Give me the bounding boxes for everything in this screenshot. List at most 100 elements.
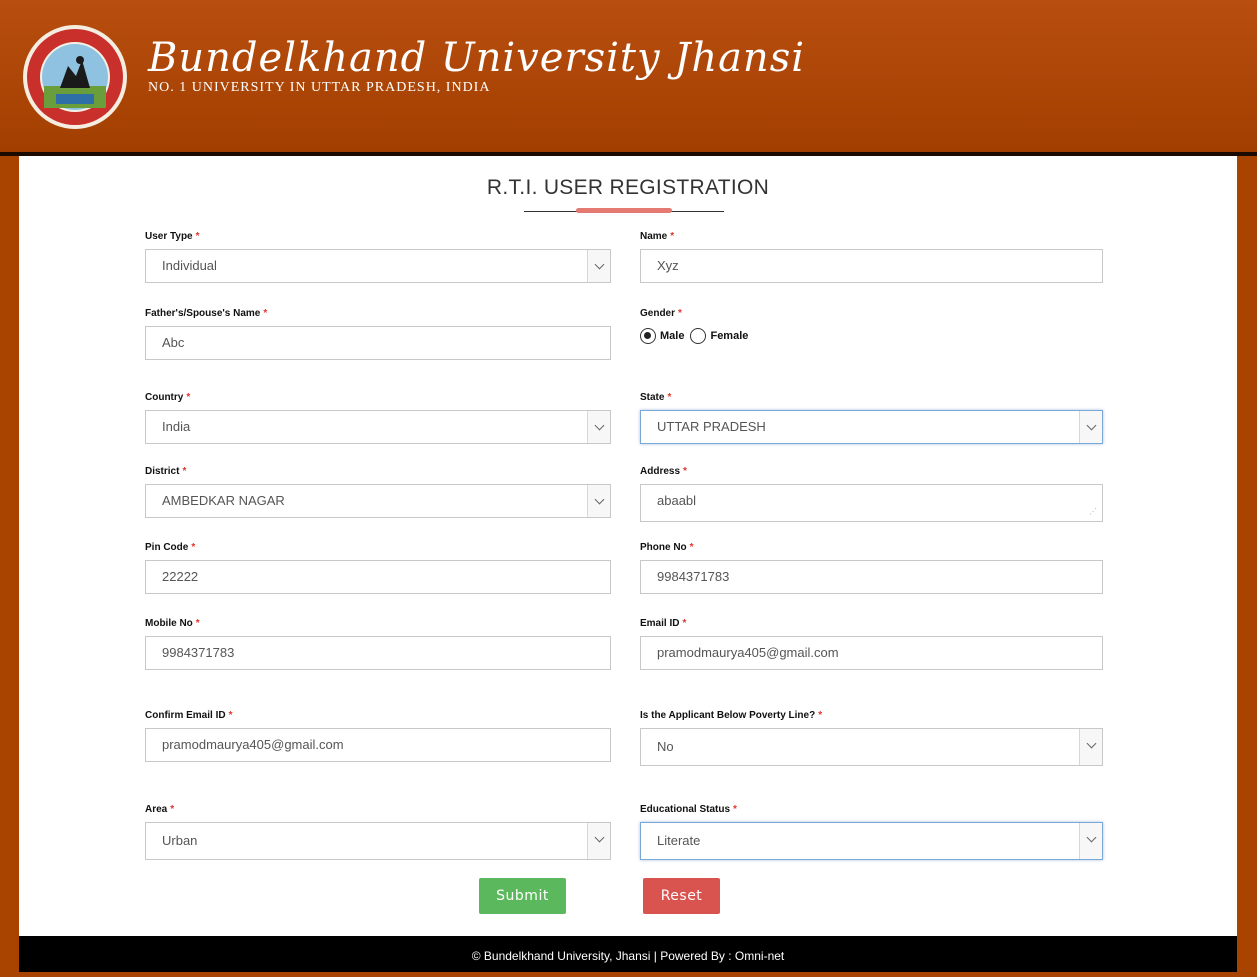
- field-pin-code: Pin Code * 22222: [145, 542, 611, 594]
- confirm-email-value: pramodmaurya405@gmail.com: [162, 737, 344, 752]
- title-accent: [576, 208, 672, 213]
- site-footer: © Bundelkhand University, Jhansi | Power…: [19, 936, 1237, 972]
- submit-button[interactable]: Submit: [479, 878, 566, 914]
- required-mark: *: [670, 231, 675, 242]
- required-mark: *: [683, 466, 687, 477]
- field-father-name: Father's/Spouse's Name * Abc: [145, 308, 611, 360]
- address-value: abaabl: [657, 493, 697, 508]
- mobile-no-label: Mobile No: [145, 618, 193, 629]
- pin-code-input[interactable]: 22222: [145, 560, 611, 594]
- required-mark: *: [191, 542, 196, 553]
- field-phone-no: Phone No * 9984371783: [640, 542, 1103, 594]
- chevron-down-icon[interactable]: [1079, 411, 1102, 443]
- district-select[interactable]: AMBEDKAR NAGAR: [145, 484, 611, 518]
- field-email: Email ID * pramodmaurya405@gmail.com: [640, 618, 1103, 670]
- phone-no-value: 9984371783: [657, 569, 730, 584]
- chevron-down-icon[interactable]: [587, 411, 610, 443]
- address-label: Address: [640, 466, 681, 477]
- field-state: State * UTTAR PRADESH: [640, 392, 1103, 444]
- required-mark: *: [170, 804, 175, 815]
- email-value: pramodmaurya405@gmail.com: [657, 645, 839, 660]
- bpl-select[interactable]: No: [640, 728, 1103, 766]
- registration-panel: R.T.I. USER REGISTRATION User Type * Indi…: [19, 156, 1237, 936]
- resize-grip-icon[interactable]: ⋰: [1089, 508, 1097, 516]
- chevron-down-icon[interactable]: [1079, 729, 1102, 765]
- required-mark: *: [263, 308, 268, 319]
- state-select[interactable]: UTTAR PRADESH: [640, 410, 1103, 444]
- field-gender: Gender * Male Female: [640, 308, 1103, 344]
- area-select[interactable]: Urban: [145, 822, 611, 860]
- required-mark: *: [228, 710, 233, 721]
- reset-button[interactable]: Reset: [643, 878, 720, 914]
- field-district: District * AMBEDKAR NAGAR: [145, 466, 611, 518]
- address-textarea[interactable]: abaabl ⋰: [640, 484, 1103, 522]
- chevron-down-icon[interactable]: [587, 823, 610, 859]
- name-label: Name: [640, 231, 668, 242]
- required-mark: *: [678, 308, 682, 319]
- gender-male-radio[interactable]: [640, 328, 656, 344]
- mobile-no-value: 9984371783: [162, 645, 235, 660]
- field-address: Address * abaabl ⋰: [640, 466, 1103, 522]
- phone-no-label: Phone No: [640, 542, 687, 553]
- phone-no-input[interactable]: 9984371783: [640, 560, 1103, 594]
- required-mark: *: [182, 466, 187, 477]
- area-label: Area: [145, 804, 168, 815]
- user-type-select[interactable]: Individual: [145, 249, 611, 283]
- field-mobile-no: Mobile No * 9984371783: [145, 618, 611, 670]
- field-bpl: Is the Applicant Below Poverty Line? * No: [640, 710, 1103, 766]
- country-label: Country: [145, 392, 184, 403]
- chevron-down-icon[interactable]: [587, 485, 610, 517]
- required-mark: *: [186, 392, 191, 403]
- confirm-email-label: Confirm Email ID: [145, 710, 226, 721]
- required-mark: *: [195, 231, 200, 242]
- required-mark: *: [195, 618, 200, 629]
- site-title: Bundelkhand University Jhansi: [148, 35, 806, 81]
- required-mark: *: [689, 542, 694, 553]
- university-seal-icon: [23, 25, 127, 129]
- brand-block: Bundelkhand University Jhansi No. 1 Univ…: [148, 34, 805, 96]
- field-name: Name * Xyz: [640, 231, 1103, 283]
- required-mark: *: [818, 710, 823, 721]
- bpl-value: No: [657, 739, 674, 754]
- state-label: State: [640, 392, 665, 403]
- gender-female-label: Female: [710, 330, 749, 342]
- email-label: Email ID: [640, 618, 680, 629]
- chevron-down-icon[interactable]: [1079, 823, 1102, 859]
- gender-radio-group: Male Female: [640, 328, 754, 344]
- field-area: Area * Urban: [145, 804, 611, 860]
- name-value: Xyz: [657, 258, 679, 273]
- user-type-value: Individual: [162, 258, 217, 273]
- footer-text: © Bundelkhand University, Jhansi | Power…: [471, 949, 785, 963]
- bpl-label: Is the Applicant Below Poverty Line?: [640, 710, 816, 721]
- email-input[interactable]: pramodmaurya405@gmail.com: [640, 636, 1103, 670]
- education-value: Literate: [657, 833, 701, 848]
- confirm-email-input[interactable]: pramodmaurya405@gmail.com: [145, 728, 611, 762]
- education-select[interactable]: Literate: [640, 822, 1103, 860]
- gender-male-label: Male: [660, 330, 685, 342]
- father-name-value: Abc: [162, 335, 185, 350]
- site-header: Bundelkhand University Jhansi No. 1 Univ…: [0, 0, 1257, 152]
- site-subtitle: No. 1 University in Uttar Pradesh, India: [148, 80, 491, 95]
- field-country: Country * India: [145, 392, 611, 444]
- name-input[interactable]: Xyz: [640, 249, 1103, 283]
- district-label: District: [145, 466, 180, 477]
- gender-label: Gender: [640, 308, 676, 319]
- area-value: Urban: [162, 833, 198, 848]
- state-value: UTTAR PRADESH: [657, 419, 766, 434]
- father-name-label: Father's/Spouse's Name: [145, 308, 261, 319]
- required-mark: *: [667, 392, 672, 403]
- user-type-label: User Type: [145, 231, 193, 242]
- chevron-down-icon[interactable]: [587, 250, 610, 282]
- pin-code-label: Pin Code: [145, 542, 189, 553]
- mobile-no-input[interactable]: 9984371783: [145, 636, 611, 670]
- education-label: Educational Status: [640, 804, 731, 815]
- field-confirm-email: Confirm Email ID * pramodmaurya405@gmail.…: [145, 710, 611, 762]
- country-select[interactable]: India: [145, 410, 611, 444]
- father-name-input[interactable]: Abc: [145, 326, 611, 360]
- pin-code-value: 22222: [162, 569, 199, 584]
- field-user-type: User Type * Individual: [145, 231, 611, 283]
- required-mark: *: [733, 804, 737, 815]
- page-title: R.T.I. USER REGISTRATION: [486, 176, 770, 199]
- district-value: AMBEDKAR NAGAR: [162, 493, 285, 508]
- gender-female-radio[interactable]: [690, 328, 707, 344]
